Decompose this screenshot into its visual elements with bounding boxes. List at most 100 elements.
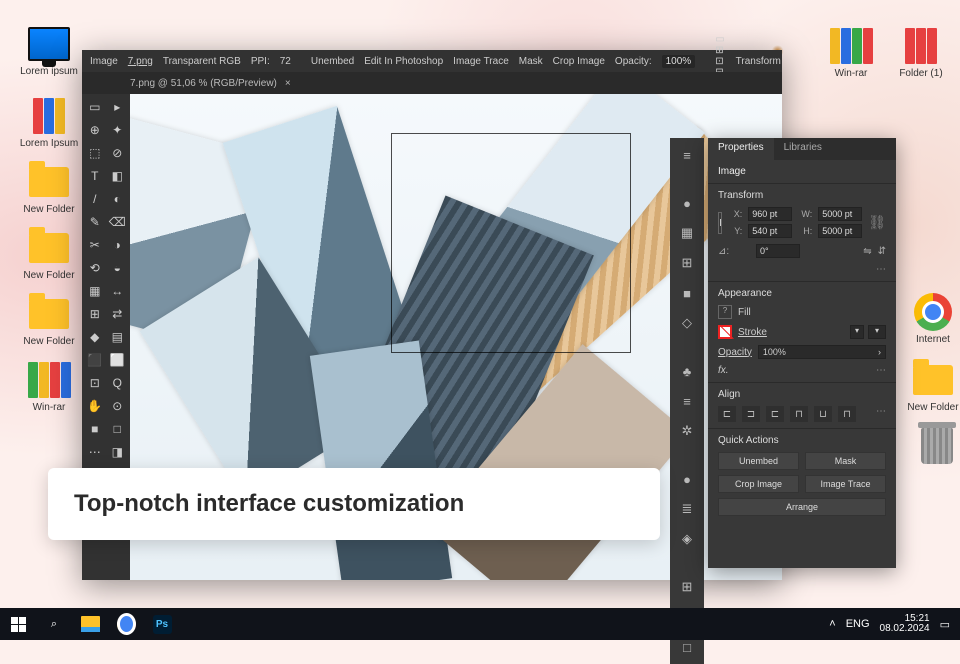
notifications-icon[interactable]: ▭ [940,618,950,631]
reference-point[interactable] [718,212,722,234]
align-hcenter-icon[interactable]: ⊐ [742,406,760,422]
dock-3[interactable]: ⊞ [676,252,698,274]
align-vcenter-icon[interactable]: ⊔ [814,406,832,422]
tab-libraries[interactable]: Libraries [774,138,832,160]
tool-23[interactable]: ⬜ [107,349,129,371]
tab-properties[interactable]: Properties [708,138,774,160]
tool-0[interactable]: ▭ [84,96,106,118]
tool-22[interactable]: ⬛ [84,349,106,371]
image-trace-button[interactable]: Image Trace [453,56,509,67]
tool-25[interactable]: Q [107,372,129,394]
stroke-weight-stepper[interactable]: ▾ [850,325,864,339]
tool-27[interactable]: ⊙ [107,395,129,417]
qa-mask-button[interactable]: Mask [805,452,886,470]
tool-12[interactable]: ✂ [84,234,106,256]
language-indicator[interactable]: ENG [846,618,870,630]
qa-crop-button[interactable]: Crop Image [718,475,799,493]
chrome-button[interactable] [108,608,144,640]
clock[interactable]: 15:2108.02.2024 [880,614,930,635]
desktop-icon-winrar[interactable]: Win-rar [14,360,84,413]
dock-4[interactable]: ■ [676,282,698,304]
tool-10[interactable]: ✎ [84,211,106,233]
dock-11[interactable]: ◈ [676,528,698,550]
tool-15[interactable]: ◒ [107,257,129,279]
dock-1[interactable]: ● [676,192,698,214]
align-top-icon[interactable]: ⊓ [790,406,808,422]
mask-button[interactable]: Mask [519,56,543,67]
explorer-button[interactable] [72,608,108,640]
stroke-profile[interactable]: ▾ [868,325,886,339]
tool-30[interactable]: ⋯ [84,441,106,463]
document-tab[interactable]: 7.png @ 51,06 % (RGB/Preview)× [82,72,782,94]
search-button[interactable]: ⌕ [36,608,72,640]
menu-file[interactable]: 7.png [128,56,153,67]
tool-8[interactable]: / [84,188,106,210]
tool-26[interactable]: ✋ [84,395,106,417]
tool-20[interactable]: ◆ [84,326,106,348]
opacity-label[interactable]: Opacity [718,347,752,358]
flip-h-icon[interactable]: ⇋ [863,246,871,257]
tool-6[interactable]: T [84,165,106,187]
h-input[interactable] [818,224,862,238]
crop-button[interactable]: Crop Image [553,56,605,67]
desktop-icon-folder1[interactable]: Folder (1) [886,26,956,79]
dock-5[interactable]: ◇ [676,312,698,334]
tool-28[interactable]: ■ [84,418,106,440]
tool-11[interactable]: ⌫ [107,211,129,233]
qa-arrange-button[interactable]: Arrange [718,498,886,516]
tool-17[interactable]: ↔ [107,280,129,302]
align-left-icon[interactable]: ⊏ [718,406,736,422]
qa-unembed-button[interactable]: Unembed [718,452,799,470]
tool-3[interactable]: ✦ [107,119,129,141]
tool-18[interactable]: ⊞ [84,303,106,325]
dock-10[interactable]: ≣ [676,498,698,520]
align-right-icon[interactable]: ⊏ [766,406,784,422]
dock-9[interactable]: ● [676,468,698,490]
tool-31[interactable]: ◨ [107,441,129,463]
align-bottom-icon[interactable]: ⊓ [838,406,856,422]
desktop-icon-chrome[interactable]: Internet [898,292,960,345]
tool-7[interactable]: ◧ [107,165,129,187]
dock-12[interactable]: ⊞ [676,576,698,598]
desktop-icon-trash[interactable] [902,426,960,468]
tool-19[interactable]: ⇄ [107,303,129,325]
angle-input[interactable] [756,244,800,258]
opacity-value[interactable]: 100% [662,55,696,68]
tool-21[interactable]: ▤ [107,326,129,348]
desktop-icon-folder[interactable]: New Folder [14,228,84,281]
qa-trace-button[interactable]: Image Trace [805,475,886,493]
desktop-icon-binders[interactable]: Lorem Ipsum [14,96,84,149]
tool-24[interactable]: ⊡ [84,372,106,394]
start-button[interactable] [0,608,36,640]
tool-29[interactable]: □ [107,418,129,440]
w-input[interactable] [818,207,862,221]
stroke-label[interactable]: Stroke [738,327,767,338]
edit-photoshop-button[interactable]: Edit In Photoshop [364,56,443,67]
desktop-icon-folder[interactable]: New Folder [14,294,84,347]
tool-9[interactable]: ◐ [107,188,129,210]
tool-5[interactable]: ⊘ [107,142,129,164]
menu-image[interactable]: Image [90,56,118,67]
desktop-icon-folder[interactable]: New Folder [14,162,84,215]
tool-2[interactable]: ⊕ [84,119,106,141]
link-icon[interactable]: ⛓ [868,214,886,231]
close-icon[interactable]: × [285,78,291,89]
dock-8[interactable]: ✲ [676,420,698,442]
dock-7[interactable]: ≡ [676,390,698,412]
tray-up-icon[interactable]: ˄ [829,618,835,630]
y-input[interactable] [748,224,792,238]
unembed-button[interactable]: Unembed [311,56,354,67]
x-input[interactable] [748,207,792,221]
desktop-icon-folder[interactable]: New Folder [898,360,960,413]
desktop-icon-computer[interactable]: Lorem ipsum [14,24,84,77]
fx-button[interactable]: fx. [718,365,729,376]
more-icon[interactable]: ⋯ [876,365,886,376]
tool-1[interactable]: ▸ [107,96,129,118]
more-icon[interactable]: ⋯ [876,406,886,422]
photoshop-button[interactable]: Ps [144,608,180,640]
opacity-input[interactable]: 100%› [758,345,886,359]
tool-13[interactable]: ◑ [107,234,129,256]
tool-14[interactable]: ⟲ [84,257,106,279]
dock-0[interactable]: ≡ [676,144,698,166]
stroke-swatch[interactable] [718,325,732,339]
